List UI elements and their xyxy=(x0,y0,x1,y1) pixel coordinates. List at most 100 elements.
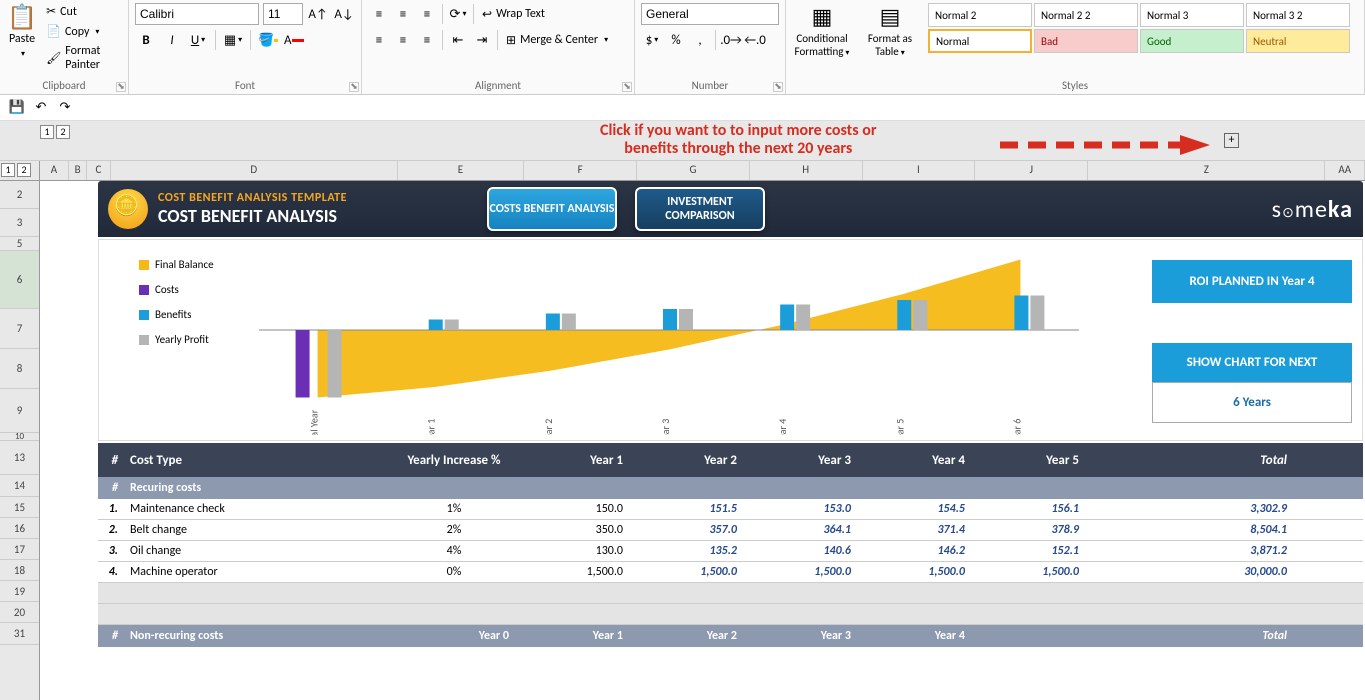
font-name-input[interactable] xyxy=(135,3,259,25)
cut-button[interactable]: ✂Cut xyxy=(42,3,122,20)
row-16[interactable]: 16 xyxy=(0,518,39,539)
empty-row[interactable] xyxy=(98,604,1363,625)
increase-indent-button[interactable]: ⇥ xyxy=(471,29,493,51)
border-button[interactable]: ▦▾ xyxy=(222,29,244,51)
style-normal-3-2[interactable]: Normal 3 2 xyxy=(1246,3,1350,27)
style-normal-2-2[interactable]: Normal 2 2 xyxy=(1034,3,1138,27)
row-6[interactable]: 6 xyxy=(0,251,39,309)
italic-button[interactable]: I xyxy=(161,29,183,51)
conditional-formatting-button[interactable]: ▦ Conditional Formatting▾ xyxy=(792,3,852,58)
row-outline-2[interactable]: 2 xyxy=(17,163,31,177)
copy-button[interactable]: 📄Copy▾ xyxy=(42,23,122,40)
col-e[interactable]: E xyxy=(398,161,525,180)
show-chart-next-button[interactable]: SHOW CHART FOR NEXT xyxy=(1152,343,1352,382)
style-normal[interactable]: Normal xyxy=(928,29,1032,53)
redo-button[interactable]: ↷ xyxy=(56,99,74,117)
merge-center-button[interactable]: ⊞Merge & Center▾ xyxy=(502,32,628,49)
style-bad[interactable]: Bad xyxy=(1034,29,1138,53)
investment-comparison-button[interactable]: INVESTMENT COMPARISON xyxy=(635,187,765,231)
decrease-indent-button[interactable]: ⇤ xyxy=(447,29,469,51)
row-3[interactable]: 3 xyxy=(0,209,39,237)
font-color-button[interactable]: A xyxy=(283,29,305,51)
column-headers: 1 2 A B C D E F G H I J Z AA xyxy=(0,161,1365,181)
row-18[interactable]: 18 xyxy=(0,560,39,581)
row-5[interactable]: 5 xyxy=(0,237,39,251)
align-center-button[interactable]: ≡ xyxy=(392,29,414,51)
font-size-input[interactable] xyxy=(263,3,303,25)
format-painter-button[interactable]: 🖌Format Painter xyxy=(42,43,122,73)
row-15[interactable]: 15 xyxy=(0,497,39,518)
row-31[interactable]: +31 xyxy=(0,623,39,645)
style-good[interactable]: Good xyxy=(1140,29,1244,53)
col-i[interactable]: I xyxy=(863,161,976,180)
outline-level-1[interactable]: 1 xyxy=(40,125,54,139)
alignment-expand-icon[interactable]: ⬊ xyxy=(622,82,632,92)
style-normal-2[interactable]: Normal 2 xyxy=(928,3,1032,27)
fill-color-button[interactable]: 🪣 xyxy=(257,29,279,51)
table-row[interactable]: 3. Oil change 4% 130.0 135.2 140.6 146.2… xyxy=(98,541,1363,562)
save-button[interactable]: 💾 xyxy=(8,99,26,117)
col-z[interactable]: Z xyxy=(1088,161,1325,180)
row-outline-1[interactable]: 1 xyxy=(1,163,15,177)
undo-button[interactable]: ↶ xyxy=(32,99,50,117)
font-expand-icon[interactable]: ⬊ xyxy=(349,82,359,92)
bold-button[interactable]: B xyxy=(135,29,157,51)
row-2[interactable]: 2 xyxy=(0,181,39,209)
table-row[interactable]: 2. Belt change 2% 350.0 357.0 364.1 371.… xyxy=(98,520,1363,541)
col-h[interactable]: H xyxy=(750,161,863,180)
format-as-table-button[interactable]: ▤ Format as Table▾ xyxy=(860,3,920,58)
roi-planned-button[interactable]: ROI PLANNED IN Year 4 xyxy=(1152,260,1352,303)
wrap-text-button[interactable]: ↩Wrap Text xyxy=(478,6,588,23)
increase-font-button[interactable]: A↑ xyxy=(307,3,329,25)
outline-expand-button[interactable]: + xyxy=(1224,133,1239,148)
callout-text: Click if you want to to input more costs… xyxy=(600,122,877,158)
select-all-corner[interactable]: 1 2 xyxy=(0,161,40,180)
col-c[interactable]: C xyxy=(87,161,111,180)
number-format-input[interactable] xyxy=(641,3,779,25)
row-13[interactable]: 13 xyxy=(0,441,39,475)
table-row[interactable]: 1. Maintenance check 1% 150.0 151.5 153.… xyxy=(98,499,1363,520)
chart-years-value[interactable]: 6 Years xyxy=(1152,382,1352,423)
row-10[interactable]: 10 xyxy=(0,433,39,441)
sheet-content[interactable]: COST BENEFIT ANALYSIS TEMPLATE COST BENE… xyxy=(40,181,1365,700)
col-g[interactable]: G xyxy=(637,161,750,180)
increase-decimal-button[interactable]: .0→ xyxy=(720,29,742,51)
col-b[interactable]: B xyxy=(69,161,87,180)
wrap-icon: ↩ xyxy=(482,7,492,22)
align-bottom-button[interactable]: ≡ xyxy=(416,3,438,25)
row-17[interactable]: 17 xyxy=(0,539,39,560)
align-top-button[interactable]: ≡ xyxy=(368,3,390,25)
row-9[interactable]: 9 xyxy=(0,389,39,433)
decrease-font-button[interactable]: A↓ xyxy=(333,3,355,25)
col-a[interactable]: A xyxy=(40,161,70,180)
align-middle-button[interactable]: ≡ xyxy=(392,3,414,25)
row-8[interactable]: 8 xyxy=(0,349,39,389)
style-normal-3[interactable]: Normal 3 xyxy=(1140,3,1244,27)
percent-format-button[interactable]: % xyxy=(665,29,687,51)
accounting-format-button[interactable]: $▾ xyxy=(641,29,663,51)
align-left-button[interactable]: ≡ xyxy=(368,29,390,51)
decrease-decimal-button[interactable]: ←.0 xyxy=(744,29,766,51)
row-20[interactable]: 20 xyxy=(0,602,39,623)
outline-level-2[interactable]: 2 xyxy=(56,125,70,139)
row-14[interactable]: 14 xyxy=(0,475,39,497)
table-row[interactable]: 4. Machine operator 0% 1,500.0 1,500.0 1… xyxy=(98,562,1363,583)
cell-styles-gallery[interactable]: Normal 2 Normal 2 2 Normal 3 Normal 3 2 … xyxy=(928,3,1358,53)
clipboard-expand-icon[interactable]: ⬊ xyxy=(116,82,126,92)
empty-row[interactable] xyxy=(98,583,1363,604)
col-f[interactable]: F xyxy=(524,161,637,180)
costs-benefit-analysis-button[interactable]: COSTS BENEFIT ANALYSIS xyxy=(487,187,617,231)
align-right-button[interactable]: ≡ xyxy=(416,29,438,51)
legend-yearly-profit: Yearly Profit xyxy=(155,333,209,346)
paste-button[interactable]: 📋 Paste ▾ xyxy=(6,3,38,73)
comma-format-button[interactable]: , xyxy=(689,29,711,51)
number-expand-icon[interactable]: ⬊ xyxy=(773,82,783,92)
orientation-button[interactable]: ⟳▾ xyxy=(447,3,469,25)
col-d[interactable]: D xyxy=(111,161,398,180)
underline-button[interactable]: U▾ xyxy=(187,29,209,51)
style-neutral[interactable]: Neutral xyxy=(1246,29,1350,53)
row-7[interactable]: 7 xyxy=(0,309,39,349)
row-19[interactable]: 19 xyxy=(0,581,39,602)
col-aa[interactable]: AA xyxy=(1325,161,1365,180)
col-j[interactable]: J xyxy=(975,161,1088,180)
